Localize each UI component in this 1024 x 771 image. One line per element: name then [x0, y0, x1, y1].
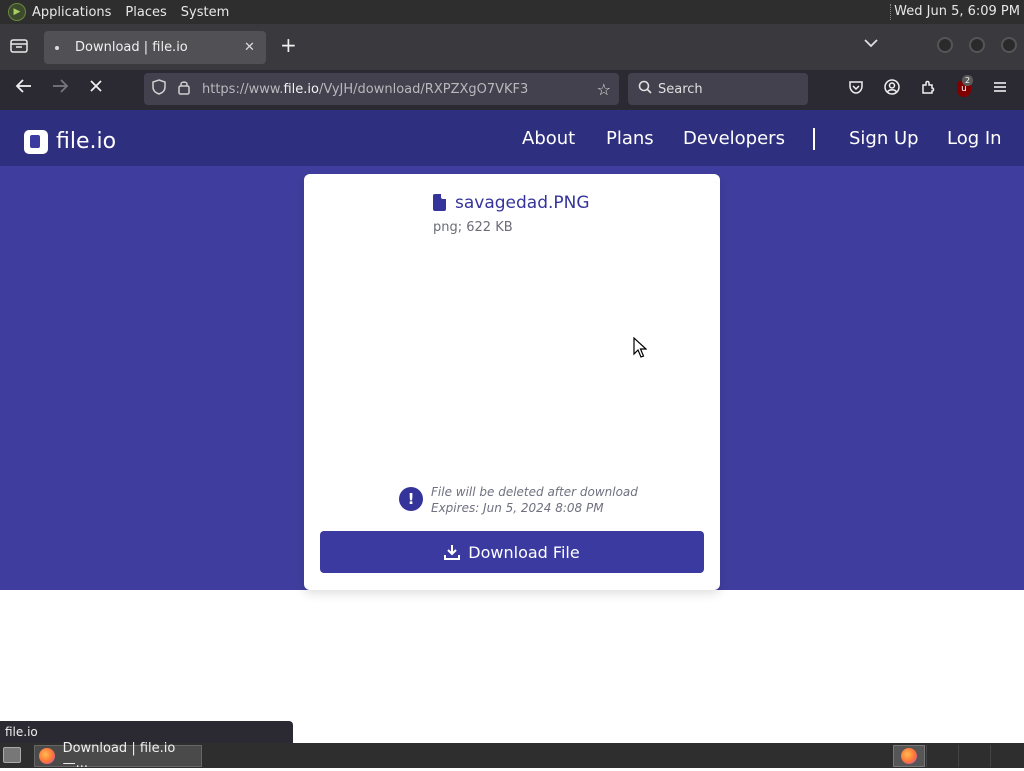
- search-icon: [638, 80, 652, 98]
- menu-applications[interactable]: Applications: [32, 5, 111, 20]
- firefox-icon: [39, 748, 55, 764]
- url-bar[interactable]: https://www.file.io/VyJH/download/RXPZXg…: [144, 73, 619, 105]
- workspace-4[interactable]: [990, 745, 1021, 767]
- nav-divider: [813, 128, 815, 150]
- file-io-logo-icon: [24, 129, 48, 154]
- file-meta: png; 622 KB: [433, 220, 513, 235]
- search-placeholder: Search: [658, 81, 703, 97]
- bottom-taskbar: Download | file.io —...: [0, 741, 1024, 771]
- mouse-cursor-icon: [633, 337, 647, 358]
- site-header: file.io About Plans Developers Sign Up L…: [0, 110, 1024, 166]
- hamburger-menu-icon[interactable]: [990, 79, 1010, 99]
- site-logo[interactable]: file.io: [24, 129, 116, 154]
- new-tab-button[interactable]: +: [280, 35, 297, 55]
- nav-developers[interactable]: Developers: [683, 128, 785, 149]
- close-window-button[interactable]: [1001, 37, 1017, 53]
- nav-sign-up[interactable]: Sign Up: [849, 128, 919, 149]
- menu-system[interactable]: System: [181, 5, 229, 20]
- taskbar-window-firefox[interactable]: Download | file.io —...: [34, 741, 202, 771]
- tab-title: Download | file.io: [75, 40, 188, 55]
- workspace-3[interactable]: [958, 745, 989, 767]
- workspace-2[interactable]: [926, 745, 957, 767]
- extensions-icon[interactable]: [918, 79, 938, 99]
- url-text[interactable]: https://www.file.io/VyJH/download/RXPZXg…: [202, 82, 597, 97]
- workspace-firefox-icon: [901, 748, 917, 764]
- forward-button[interactable]: [48, 78, 72, 102]
- file-name: savagedad.PNG: [455, 193, 590, 213]
- menu-places[interactable]: Places: [125, 5, 166, 20]
- nav-plans[interactable]: Plans: [606, 128, 654, 149]
- expiry-notice: File will be deleted after download Expi…: [431, 484, 638, 516]
- delete-warning: File will be deleted after download: [431, 485, 638, 499]
- distro-logo-icon[interactable]: ▶: [8, 3, 26, 21]
- nav-about[interactable]: About: [522, 128, 575, 149]
- list-all-tabs-icon[interactable]: [864, 36, 878, 52]
- panel-separator: [890, 4, 892, 20]
- maximize-window-button[interactable]: [969, 37, 985, 53]
- link-status-bar: file.io: [0, 721, 293, 743]
- download-card: savagedad.PNG png; 622 KB ! File will be…: [304, 174, 720, 590]
- logo-text: file.io: [56, 129, 117, 154]
- file-icon: [433, 194, 446, 211]
- back-button[interactable]: [12, 78, 36, 102]
- taskbar-window-label: Download | file.io —...: [62, 741, 176, 771]
- tracking-protection-icon[interactable]: [152, 79, 168, 99]
- exclamation-icon: !: [399, 487, 423, 511]
- minimize-window-button[interactable]: [937, 37, 953, 53]
- show-desktop-icon[interactable]: [3, 747, 21, 763]
- firefox-view-icon[interactable]: [10, 38, 30, 56]
- search-bar[interactable]: Search: [628, 73, 808, 105]
- pocket-icon[interactable]: [846, 79, 866, 99]
- download-file-button[interactable]: Download File: [320, 531, 704, 573]
- nav-log-in[interactable]: Log In: [947, 128, 1002, 149]
- lock-icon[interactable]: [178, 80, 192, 98]
- stop-loading-button[interactable]: [84, 78, 108, 102]
- account-icon[interactable]: [882, 79, 902, 99]
- close-tab-icon[interactable]: ✕: [244, 40, 258, 55]
- download-icon: [444, 545, 461, 560]
- bookmark-star-icon[interactable]: ☆: [597, 80, 611, 99]
- navigation-toolbar: https://www.file.io/VyJH/download/RXPZXg…: [0, 70, 1024, 110]
- system-top-panel: ▶ Applications Places System Wed Jun 5, …: [0, 0, 1024, 24]
- tab-loading-icon: [55, 45, 59, 50]
- ublock-count-badge: 2: [962, 75, 974, 86]
- panel-clock[interactable]: Wed Jun 5, 6:09 PM: [894, 4, 1020, 19]
- expiry-date: Expires: Jun 5, 2024 8:08 PM: [431, 501, 604, 515]
- tab-active[interactable]: Download | file.io ✕: [44, 31, 266, 64]
- download-button-label: Download File: [468, 542, 580, 562]
- workspace-1-firefox[interactable]: [893, 745, 925, 767]
